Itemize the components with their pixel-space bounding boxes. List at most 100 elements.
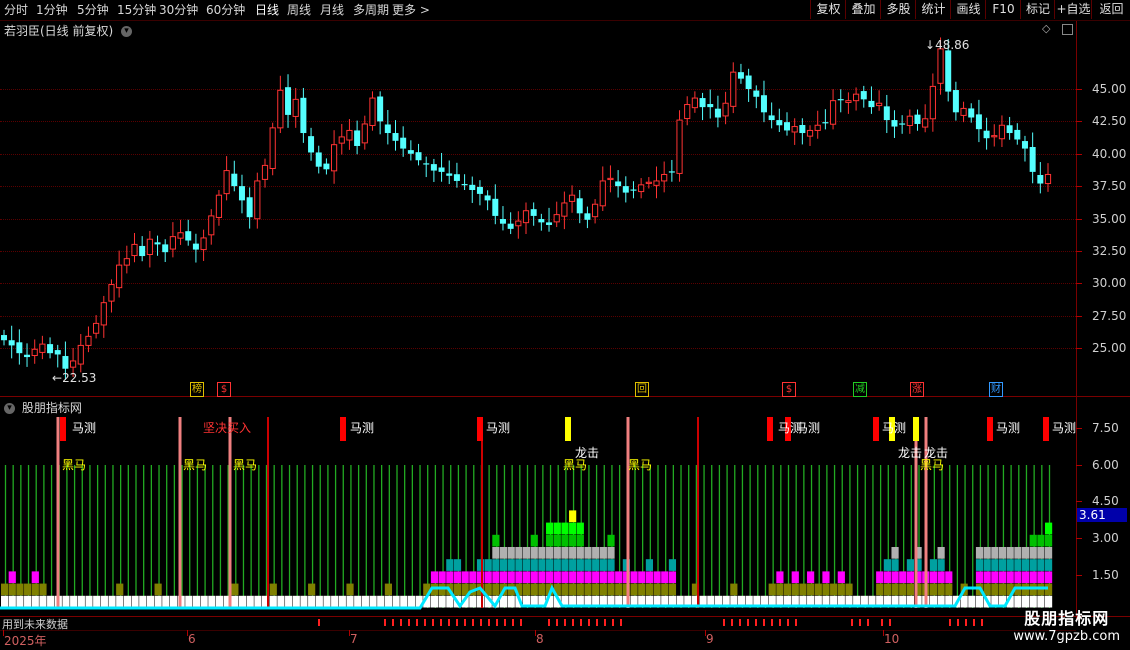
indicator-block bbox=[561, 547, 569, 559]
toolbar-button-2[interactable]: 多股 bbox=[880, 0, 916, 19]
period-tab-2[interactable]: 5分钟 bbox=[77, 2, 109, 18]
indicator-block bbox=[292, 595, 300, 608]
signal-tick bbox=[612, 619, 614, 626]
mace-bar bbox=[873, 417, 879, 441]
indicator-block bbox=[991, 571, 999, 584]
candle bbox=[269, 122, 276, 176]
price-axis-label: 42.50 bbox=[1092, 114, 1127, 129]
candle bbox=[730, 62, 737, 114]
candle bbox=[484, 190, 491, 211]
indicator-block bbox=[937, 547, 945, 559]
indicator-block bbox=[584, 559, 592, 571]
candle bbox=[285, 74, 292, 128]
indicator-block bbox=[530, 583, 538, 596]
mace-bar bbox=[987, 417, 993, 441]
indicator-block bbox=[822, 571, 830, 584]
indicator-block bbox=[446, 595, 454, 608]
indicator-block bbox=[929, 559, 938, 571]
indicator-block bbox=[546, 571, 554, 584]
event-marker[interactable]: $ bbox=[217, 382, 231, 397]
candle bbox=[415, 143, 422, 166]
indicator-block bbox=[476, 571, 485, 584]
indicator-block bbox=[154, 595, 162, 608]
period-tab-4[interactable]: 30分钟 bbox=[159, 2, 198, 18]
date-axis-label: 10 bbox=[884, 632, 900, 646]
toolbar-button-4[interactable]: 画线 bbox=[950, 0, 986, 19]
period-tab-8[interactable]: 月线 bbox=[320, 2, 344, 18]
chevron-down-icon[interactable]: ▾ bbox=[4, 403, 15, 414]
price-tick bbox=[1076, 315, 1082, 317]
indicator-block bbox=[1045, 559, 1053, 571]
period-tab-1[interactable]: 1分钟 bbox=[36, 2, 68, 18]
indicator-block bbox=[331, 595, 339, 608]
indicator-block bbox=[1014, 547, 1022, 559]
indicator-block bbox=[615, 571, 623, 584]
indicator-block bbox=[576, 559, 584, 571]
indicator-block bbox=[638, 583, 646, 596]
event-marker[interactable]: 回 bbox=[635, 382, 649, 397]
indicator-block bbox=[507, 595, 515, 608]
toolbar-button-5[interactable]: F10 bbox=[985, 0, 1021, 19]
indicator-block bbox=[300, 595, 308, 608]
toolbar-button-7[interactable]: +自选 bbox=[1054, 0, 1092, 19]
period-tab-5[interactable]: 60分钟 bbox=[206, 2, 245, 18]
indicator-block bbox=[553, 547, 561, 559]
candle bbox=[653, 166, 660, 199]
candle bbox=[1029, 132, 1036, 184]
signal-tick bbox=[957, 619, 959, 626]
toolbar-button-6[interactable]: 标记 bbox=[1020, 0, 1055, 19]
signal-tick bbox=[889, 619, 891, 626]
event-marker[interactable]: 涨 bbox=[910, 382, 924, 397]
candle bbox=[983, 117, 990, 150]
mace-bar bbox=[1043, 417, 1049, 441]
indicator-chart[interactable]: 马测 马测 马测 马测马测 马测 马测 马测坚决买入黑马 黑马 黑马 黑马 黑马 黑马龙击 龙击 龙击 bbox=[0, 416, 1076, 616]
indicator-block bbox=[937, 559, 945, 571]
toolbar-button-1[interactable]: 叠加 bbox=[845, 0, 881, 19]
indicator-label: 马测 bbox=[996, 421, 1020, 435]
indicator-title[interactable]: ▾ 股朋指标网 bbox=[4, 399, 82, 416]
period-tab-7[interactable]: 周线 bbox=[287, 2, 311, 18]
candle bbox=[476, 180, 483, 206]
event-marker[interactable]: 榜 bbox=[190, 382, 204, 397]
indicator-block bbox=[569, 510, 577, 523]
indicator-block bbox=[1029, 534, 1037, 547]
toolbar-button-0[interactable]: 复权 bbox=[810, 0, 846, 19]
candle bbox=[1006, 116, 1013, 140]
toolbar-button-8[interactable]: 返回 bbox=[1091, 0, 1130, 19]
candle bbox=[1044, 163, 1052, 192]
signal-tick bbox=[588, 619, 590, 626]
indicator-label: 黑马 bbox=[628, 458, 652, 472]
event-marker[interactable]: $ bbox=[782, 382, 796, 397]
candle bbox=[54, 344, 61, 368]
event-marker[interactable]: 财 bbox=[989, 382, 1003, 397]
period-tab-6[interactable]: 日线 bbox=[255, 2, 279, 18]
indicator-block bbox=[1037, 534, 1045, 547]
indicator-block bbox=[1045, 522, 1053, 535]
indicator-axis-label: 4.50 bbox=[1092, 494, 1119, 508]
candle bbox=[39, 335, 46, 360]
date-axis-label: 6 bbox=[188, 632, 196, 646]
indicator-axis-label: 7.50 bbox=[1092, 421, 1119, 435]
indicator-block bbox=[476, 559, 485, 571]
indicator-block bbox=[185, 595, 193, 608]
signal-ticks bbox=[318, 619, 983, 626]
date-tick bbox=[349, 630, 350, 636]
period-tab-10[interactable]: 更多 > bbox=[392, 2, 430, 18]
indicator-block bbox=[615, 583, 623, 596]
candle bbox=[975, 99, 982, 143]
event-marker[interactable]: 减 bbox=[853, 382, 867, 397]
current-value-box: 3.61 bbox=[1077, 508, 1127, 522]
indicator-block bbox=[845, 583, 853, 596]
candlestick-chart[interactable] bbox=[0, 21, 1076, 396]
period-tab-3[interactable]: 15分钟 bbox=[117, 2, 156, 18]
indicator-block bbox=[1029, 547, 1037, 559]
candle bbox=[1021, 135, 1028, 162]
toolbar-button-3[interactable]: 统计 bbox=[915, 0, 951, 19]
signal-tick bbox=[596, 619, 598, 626]
indicator-block bbox=[346, 595, 354, 608]
period-tab-9[interactable]: 多周期 bbox=[353, 2, 389, 18]
indicator-block bbox=[791, 571, 799, 584]
indicator-block bbox=[162, 595, 170, 608]
period-tab-0[interactable]: 分时 bbox=[4, 2, 28, 18]
indicator-block bbox=[906, 571, 914, 584]
